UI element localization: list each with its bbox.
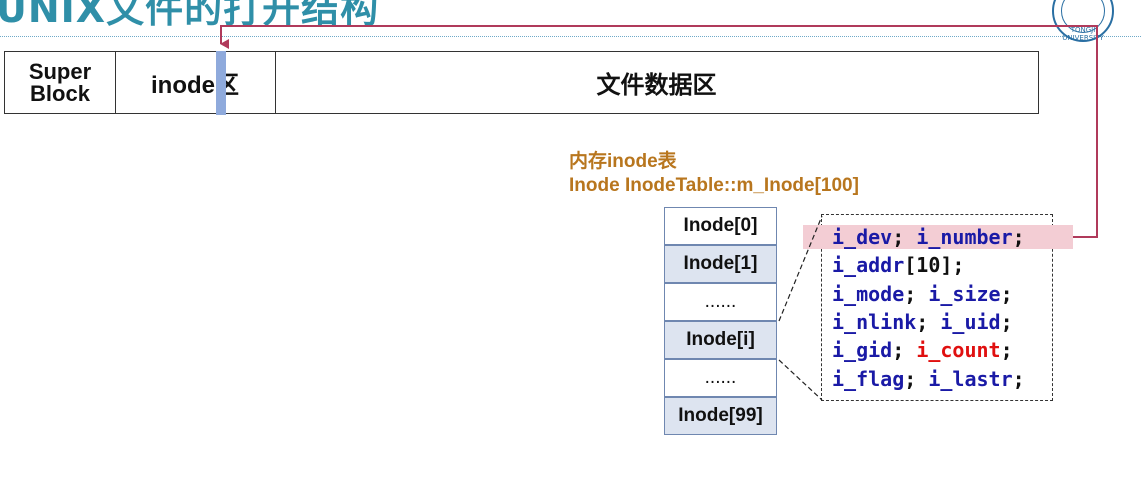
disk-inode-marker	[216, 51, 226, 115]
field-i-flag: i_flag	[832, 367, 905, 391]
field-sep: ;	[1000, 310, 1013, 334]
field-line-3: i_mode; i_size;	[832, 281, 1013, 308]
logo-text: TONGJI UNIVERSITY	[1062, 26, 1104, 42]
field-i-dev: i_dev	[832, 225, 893, 249]
field-sep: ;	[892, 225, 917, 249]
field-line-4: i_nlink; i_uid;	[832, 309, 1013, 336]
field-i-mode: i_mode	[832, 282, 905, 306]
disk-layout: Super Block inode区 文件数据区	[4, 51, 1039, 114]
field-sep: ;	[904, 367, 929, 391]
field-line-2: i_addr[10];	[832, 252, 964, 279]
field-i-size: i_size	[928, 282, 1001, 306]
field-line-1: i_dev; i_number;	[832, 224, 1025, 251]
field-sep: ;	[1012, 367, 1025, 391]
field-i-addr: i_addr	[832, 253, 905, 277]
field-i-uid: i_uid	[940, 310, 1001, 334]
field-sep: ;	[892, 338, 917, 362]
inode-row: ......	[664, 283, 777, 321]
memory-title-line2: Inode InodeTable::m_Inode[100]	[569, 175, 859, 196]
title-divider	[0, 36, 1141, 37]
university-logo: TONGJI UNIVERSITY	[1052, 0, 1114, 42]
memory-title-line1: 内存inode表	[569, 151, 677, 172]
inode-row: Inode[0]	[664, 207, 777, 245]
field-sep: ;	[916, 310, 941, 334]
field-sep: ;	[1012, 225, 1025, 249]
field-i-nlink: i_nlink	[832, 310, 917, 334]
expand-line-bottom	[778, 359, 823, 401]
inode-row: ......	[664, 359, 777, 397]
data-area-cell: 文件数据区	[596, 72, 717, 99]
field-line-5: i_gid; i_count;	[832, 337, 1013, 364]
field-line-6: i_flag; i_lastr;	[832, 366, 1025, 393]
field-sep: [10];	[904, 253, 965, 277]
field-i-number: i_number	[916, 225, 1013, 249]
field-i-count: i_count	[916, 338, 1001, 362]
field-i-gid: i_gid	[832, 338, 893, 362]
field-i-lastr: i_lastr	[928, 367, 1013, 391]
field-sep: ;	[1000, 282, 1013, 306]
field-sep: ;	[904, 282, 929, 306]
memory-inode-title: 内存inode表 Inode InodeTable::m_Inode[100]	[569, 150, 859, 198]
field-sep: ;	[1000, 338, 1013, 362]
inode-row: Inode[99]	[664, 397, 777, 435]
page-title: UNIX文件的打开结构	[0, 0, 380, 31]
inode-row: Inode[i]	[664, 321, 777, 359]
inode-row: Inode[1]	[664, 245, 777, 283]
super-block-cell: Super Block	[5, 52, 116, 113]
inode-area-cell: inode区	[115, 52, 276, 113]
